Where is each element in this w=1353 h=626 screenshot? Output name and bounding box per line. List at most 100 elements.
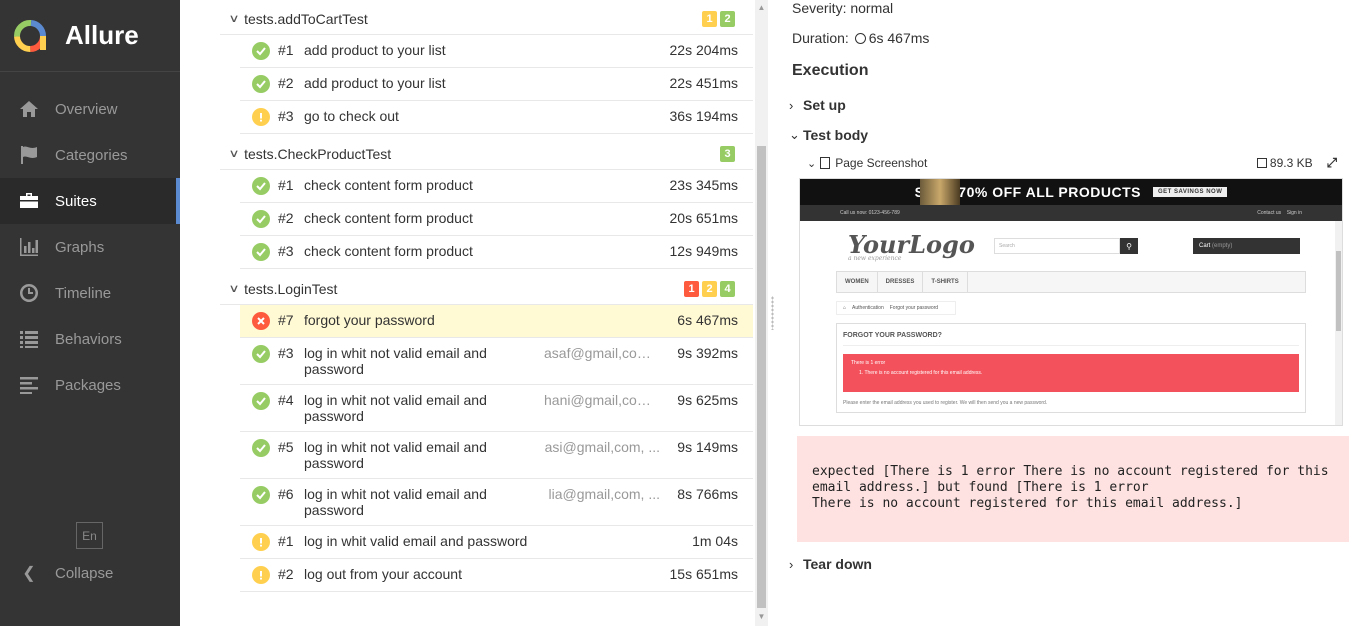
bar-chart-icon bbox=[18, 236, 40, 258]
topbar-links: Contact us Sign in bbox=[1257, 210, 1302, 216]
menu-tshirts: T-SHIRTS bbox=[923, 272, 968, 292]
suite-header[interactable]: ∨ tests.CheckProductTest 3 bbox=[220, 138, 753, 170]
save-icon[interactable] bbox=[1256, 158, 1267, 168]
test-duration: 9s 149ms bbox=[677, 439, 738, 455]
test-order: #5 bbox=[278, 439, 294, 455]
test-name: forgot your password bbox=[304, 312, 435, 328]
test-order: #2 bbox=[278, 75, 294, 91]
test-name: log in whit not valid email and password bbox=[304, 439, 487, 471]
phone-text: Call us now: 0123-456-789 bbox=[840, 210, 900, 216]
brand[interactable]: Allure bbox=[0, 0, 180, 72]
nav-item-timeline[interactable]: Timeline bbox=[0, 270, 180, 316]
error-alert: There is 1 error 1. There is no account … bbox=[843, 354, 1299, 392]
attachment-row[interactable]: ⌄ Page Screenshot 89.3 KB ⤢ bbox=[807, 154, 1337, 172]
language-button[interactable]: En bbox=[76, 522, 103, 549]
passed-status-icon bbox=[252, 486, 270, 504]
chevron-down-icon: ∨ bbox=[228, 13, 240, 25]
duration-line: Duration: 6s 467ms bbox=[792, 30, 929, 46]
attachment-title: ⌄ Page Screenshot bbox=[807, 156, 1257, 170]
scroll-up-icon[interactable]: ▲ bbox=[757, 3, 766, 13]
test-duration: 22s 204ms bbox=[669, 42, 738, 58]
test-name: log in whit valid email and password bbox=[304, 533, 528, 549]
flag-icon bbox=[18, 144, 40, 166]
alert-title: There is 1 error bbox=[851, 360, 886, 366]
test-duration: 12s 949ms bbox=[669, 243, 738, 259]
scroll-down-icon[interactable]: ▼ bbox=[757, 612, 766, 622]
nav-item-behaviors[interactable]: Behaviors bbox=[0, 316, 180, 362]
status-counts: 1 2 4 bbox=[684, 280, 735, 297]
test-row[interactable]: #3 go to check out 36s 194ms bbox=[240, 101, 753, 134]
test-order: #1 bbox=[278, 533, 294, 549]
test-detail-pane: Severity: normal Duration: 6s 467ms Exec… bbox=[777, 0, 1353, 626]
test-name: log in whit not valid email and password bbox=[304, 345, 487, 377]
test-row-selected[interactable]: #7 forgot your password 6s 467ms bbox=[240, 305, 753, 338]
test-row[interactable]: #6 log in whit not valid email and passw… bbox=[240, 479, 753, 526]
screenshot-banner: SALE 70% OFF ALL PRODUCTS GET SAVINGS NO… bbox=[800, 179, 1342, 205]
test-order: #3 bbox=[278, 243, 294, 259]
test-row[interactable]: #3 log in whit not valid email and passw… bbox=[240, 338, 753, 385]
align-left-icon bbox=[18, 374, 40, 396]
suite-header[interactable]: ∨ tests.LoginTest 1 2 4 bbox=[220, 273, 753, 305]
passed-status-icon bbox=[252, 345, 270, 363]
test-duration: 6s 467ms bbox=[677, 312, 738, 328]
test-duration: 9s 625ms bbox=[677, 392, 738, 408]
test-order: #7 bbox=[278, 312, 294, 328]
passed-status-icon bbox=[252, 243, 270, 261]
error-message: expected [There is 1 error There is no a… bbox=[797, 436, 1349, 542]
test-order: #6 bbox=[278, 486, 294, 502]
teardown-section[interactable]: › Tear down bbox=[789, 556, 872, 572]
broken-status-icon bbox=[252, 108, 270, 126]
test-row[interactable]: #4 log in whit not valid email and passw… bbox=[240, 385, 753, 432]
test-duration: 1m 04s bbox=[692, 533, 738, 549]
test-body-section[interactable]: ⌄ Test body bbox=[789, 127, 868, 143]
test-row[interactable]: #1 log in whit valid email and password … bbox=[240, 526, 753, 559]
test-row[interactable]: #3 check content form product 12s 949ms bbox=[240, 236, 753, 269]
page-screenshot[interactable]: SALE 70% OFF ALL PRODUCTS GET SAVINGS NO… bbox=[799, 178, 1343, 426]
nav-label: Graphs bbox=[55, 238, 105, 256]
test-duration: 36s 194ms bbox=[669, 108, 738, 124]
shop-breadcrumb: ⌂ Authentication Forgot your password bbox=[836, 301, 956, 315]
chevron-down-icon: ⌄ bbox=[807, 157, 817, 170]
banner-button: GET SAVINGS NOW bbox=[1153, 187, 1228, 197]
test-parameter: hani@gmail,com,... bbox=[544, 392, 665, 408]
collapse-button[interactable]: ❮ Collapse bbox=[18, 558, 113, 588]
test-row[interactable]: #5 log in whit not valid email and passw… bbox=[240, 432, 753, 479]
status-counts: 3 bbox=[720, 145, 735, 162]
setup-section[interactable]: › Set up bbox=[789, 97, 846, 113]
crumb-auth: Authentication bbox=[852, 305, 884, 311]
nav-item-overview[interactable]: Overview bbox=[0, 86, 180, 132]
test-row[interactable]: #2 check content form product 20s 651ms bbox=[240, 203, 753, 236]
failed-count-badge: 1 bbox=[684, 280, 699, 297]
broken-status-icon bbox=[252, 533, 270, 551]
nav-item-suites[interactable]: Suites bbox=[0, 178, 180, 224]
failed-status-icon bbox=[252, 312, 270, 330]
test-row[interactable]: #1 check content form product 23s 345ms bbox=[240, 170, 753, 203]
main-nav: Overview Categories Suites Graphs Timeli… bbox=[0, 86, 180, 408]
box-note: Please enter the email address you used … bbox=[843, 400, 1048, 406]
test-name: log out from your account bbox=[304, 566, 462, 582]
box-title: FORGOT YOUR PASSWORD? bbox=[843, 332, 1299, 346]
pane-splitter[interactable] bbox=[768, 0, 777, 626]
passed-count-badge: 4 bbox=[720, 280, 735, 297]
broken-status-icon bbox=[252, 566, 270, 584]
suite-group-checkproduct: ∨ tests.CheckProductTest 3 #1 check cont… bbox=[220, 138, 753, 269]
suite-title: tests.addToCartTest bbox=[244, 10, 368, 27]
chevron-down-icon: ∨ bbox=[228, 283, 240, 295]
test-row[interactable]: #1 add product to your list 22s 204ms bbox=[240, 35, 753, 68]
duration-label: Duration: bbox=[792, 30, 849, 46]
suite-header[interactable]: ∨ tests.addToCartTest 1 2 bbox=[220, 3, 753, 35]
attachment-size-value: 89.3 KB bbox=[1269, 156, 1313, 170]
grip-icon bbox=[771, 296, 774, 330]
suite-title: tests.LoginTest bbox=[244, 280, 338, 297]
screenshot-topbar: Call us now: 0123-456-789 Contact us Sig… bbox=[800, 205, 1342, 221]
passed-status-icon bbox=[252, 439, 270, 457]
scroll-thumb[interactable] bbox=[757, 146, 766, 608]
expand-icon[interactable]: ⤢ bbox=[1327, 155, 1337, 171]
nav-item-packages[interactable]: Packages bbox=[0, 362, 180, 408]
test-name: add product to your list bbox=[304, 75, 446, 91]
test-row[interactable]: #2 add product to your list 22s 451ms bbox=[240, 68, 753, 101]
nav-item-categories[interactable]: Categories bbox=[0, 132, 180, 178]
nav-item-graphs[interactable]: Graphs bbox=[0, 224, 180, 270]
tree-scrollbar[interactable]: ▲ ▼ bbox=[755, 0, 768, 626]
test-row[interactable]: #2 log out from your account 15s 651ms bbox=[240, 559, 753, 592]
